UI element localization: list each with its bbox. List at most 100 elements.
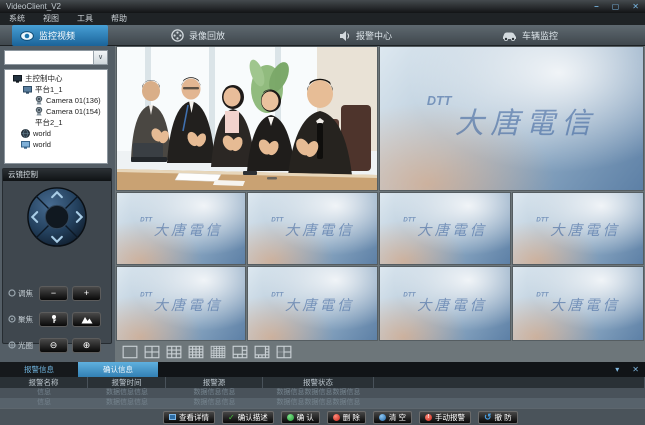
layout-2x2-button[interactable] [144, 345, 160, 359]
monitor-dark-icon [13, 75, 22, 83]
manual-alarm-icon: ! [425, 414, 432, 421]
film-reel-icon [171, 29, 184, 42]
layout-1x1-button[interactable] [122, 345, 138, 359]
ptz-zoom-label: 调焦 [18, 288, 33, 299]
ptz-direction-pad[interactable] [26, 186, 88, 248]
video-tile-idle[interactable]: DTT大唐電信 [248, 193, 377, 264]
menu-system[interactable]: 系统 [0, 13, 34, 25]
zoom-out-button[interactable]: − [39, 286, 68, 301]
cell-alarm-status: 数据信息数据信息数据信息 [263, 398, 374, 408]
zoom-ring-icon [8, 289, 16, 297]
focus-near-button[interactable] [39, 312, 68, 327]
alarm-action-bar: 查看详情 ✓ 确认描述 确 认 删 除 清 空 ! 手动报警 [0, 408, 645, 425]
confirm-button[interactable]: 确 认 [281, 411, 320, 424]
layout-1plus7-button[interactable] [254, 345, 270, 359]
window-controls: – ▢ ✕ [594, 0, 639, 13]
datang-telecom-watermark: DTT大唐電信 [392, 212, 499, 245]
chevron-down-icon[interactable]: ∨ [93, 51, 107, 64]
video-tile-main[interactable] [117, 47, 377, 190]
cell-alarm-name: 信息 [0, 388, 88, 398]
iris-icon [8, 341, 16, 349]
cell-alarm-source: 数据信息信息 [166, 388, 263, 398]
layout-1plus5-button[interactable] [232, 345, 248, 359]
menu-help[interactable]: 帮助 [102, 13, 136, 25]
app-window: VideoClient_V2 – ▢ ✕ 系统 视图 工具 帮助 监控视频 [0, 0, 645, 425]
delete-dot-icon [333, 414, 340, 421]
tree-item-world-2[interactable]: world [5, 139, 107, 150]
car-icon [502, 30, 517, 41]
tab-vehicle-monitor[interactable]: 车辆监控 [494, 25, 566, 46]
video-tile-idle[interactable]: DTT大唐電信 [248, 267, 377, 340]
tab-label: 报警中心 [356, 29, 392, 42]
menu-bar: 系统 视图 工具 帮助 [0, 13, 645, 25]
globe-icon [21, 129, 30, 138]
device-tree: 主控制中心 平台1_1 Camera 01(136) Camera 01(154… [4, 69, 108, 164]
camera-icon [35, 96, 43, 105]
video-tile-idle[interactable]: DTT大唐電信 [513, 267, 643, 340]
tree-item-platform2[interactable]: 平台2_1 [5, 117, 107, 128]
menu-view[interactable]: 视图 [34, 13, 68, 25]
manual-alarm-button[interactable]: ! 手动报警 [419, 411, 471, 424]
tree-item-platform1[interactable]: 平台1_1 [5, 84, 107, 95]
alarm-table-row[interactable]: 信息 数据信息信息 数据信息信息 数据信息数据信息数据信息 [0, 388, 645, 398]
layout-1plus3-button[interactable] [276, 345, 292, 359]
tab-confirm-info[interactable]: 确认信息 [78, 362, 158, 377]
video-tile-idle[interactable]: DTT大唐電信 [117, 267, 245, 340]
tab-label: 录像回放 [189, 29, 225, 42]
tree-item-label: Camera 01(136) [46, 96, 101, 105]
svg-text:DTT: DTT [403, 292, 416, 299]
layout-4x4-button[interactable] [188, 345, 204, 359]
ptz-zoom-row: 调焦 − + [3, 285, 113, 301]
video-tile-idle-large[interactable]: DTT 大唐電信 [380, 47, 643, 190]
view-details-button[interactable]: 查看详情 [163, 411, 215, 424]
svg-text:大唐電信: 大唐電信 [417, 222, 487, 239]
tree-item-world-1[interactable]: world [5, 128, 107, 139]
svg-text:DTT: DTT [536, 217, 549, 224]
left-panel: ∨ 主控制中心 平台1_1 Camera 01(136) [0, 46, 115, 362]
confirm-description-button[interactable]: ✓ 确认描述 [222, 411, 274, 424]
tab-alarm-center[interactable]: 报警中心 [331, 25, 400, 46]
tree-item-main-center[interactable]: 主控制中心 [5, 73, 107, 84]
alarm-table-row[interactable]: 信息 数据信息信息 数据信息信息 数据信息数据信息数据信息 [0, 398, 645, 408]
layout-5x5-button[interactable] [210, 345, 226, 359]
maximize-button[interactable]: ▢ [612, 0, 620, 13]
tab-monitor-video[interactable]: 监控视频 [12, 25, 108, 46]
video-tile-idle[interactable]: DTT大唐電信 [380, 193, 510, 264]
tree-item-camera-136[interactable]: Camera 01(136) [5, 95, 107, 106]
disarm-button[interactable]: ↺ 撤 防 [478, 411, 518, 424]
grid-1plus5-icon [232, 345, 248, 359]
svg-text:大唐電信: 大唐電信 [153, 297, 222, 314]
close-button[interactable]: ✕ [632, 0, 639, 13]
close-panel-icon[interactable]: ✕ [632, 362, 639, 377]
tree-item-label: 平台2_1 [35, 117, 63, 128]
video-tile-idle[interactable]: DTT大唐電信 [380, 267, 510, 340]
clear-button[interactable]: 清 空 [373, 411, 412, 424]
minimize-button[interactable]: – [594, 0, 598, 13]
svg-text:DTT: DTT [403, 217, 416, 224]
svg-text:大唐電信: 大唐電信 [417, 297, 487, 314]
collapse-panel-icon[interactable]: ▾ [615, 362, 619, 377]
ptz-iris-label: 光圈 [18, 340, 33, 351]
video-tile-idle[interactable]: DTT大唐電信 [117, 193, 245, 264]
iris-close-button[interactable]: ⊖ [39, 338, 68, 353]
ptz-focus-label: 聚焦 [18, 314, 33, 325]
ptz-focus-row: 聚焦 [3, 311, 113, 327]
menu-tools[interactable]: 工具 [68, 13, 102, 25]
focus-far-button[interactable] [72, 312, 101, 327]
delete-button[interactable]: 删 除 [327, 411, 366, 424]
layout-3x3-button[interactable] [166, 345, 182, 359]
tree-item-camera-154[interactable]: Camera 01(154) [5, 106, 107, 117]
layout-selector-bar [115, 342, 645, 362]
alarm-panel-controls: ▾ ✕ [615, 362, 639, 377]
tab-playback[interactable]: 录像回放 [163, 25, 233, 46]
zoom-in-button[interactable]: + [72, 286, 101, 301]
tab-alarm-info[interactable]: 报警信息 [0, 362, 78, 377]
grid-4x4-icon [188, 345, 204, 359]
tree-item-label: 主控制中心 [25, 73, 63, 84]
confirm-dot-icon [287, 414, 294, 421]
device-search-combobox[interactable]: ∨ [4, 50, 108, 65]
grid-2x2-icon [144, 345, 160, 359]
iris-open-button[interactable]: ⊕ [72, 338, 101, 353]
video-tile-idle[interactable]: DTT大唐電信 [513, 193, 643, 264]
monitor-blue-icon [21, 141, 30, 149]
